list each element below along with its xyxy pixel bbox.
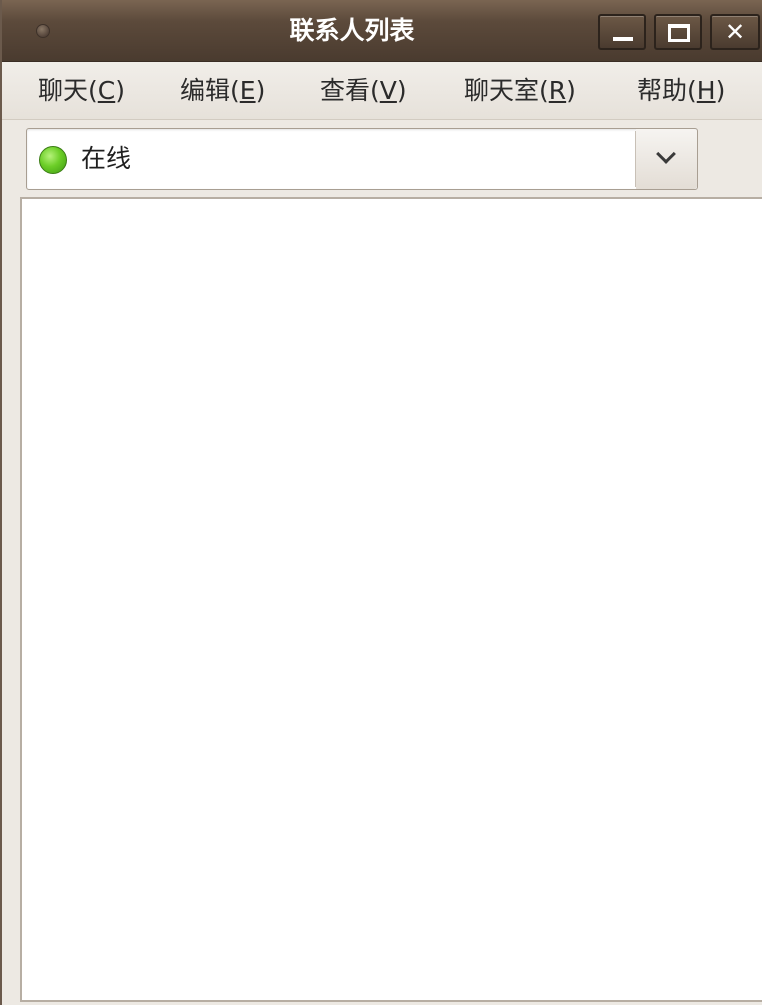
close-icon: ✕ <box>724 18 746 46</box>
chevron-down-icon <box>656 144 676 164</box>
maximize-button[interactable] <box>654 14 702 50</box>
contact-list-window: 联系人列表 ✕ 聊天(C) 编辑(E) 查看(V) 聊天室(R) 帮助(H) 在… <box>0 0 762 1005</box>
title-bar[interactable]: 联系人列表 ✕ <box>2 0 762 62</box>
minimize-button[interactable] <box>598 14 646 50</box>
contact-list[interactable] <box>20 197 762 1002</box>
status-dropdown-button[interactable] <box>636 129 697 189</box>
menu-help[interactable]: 帮助(H) <box>637 72 725 110</box>
maximize-icon <box>668 24 690 42</box>
menu-chat[interactable]: 聊天(C) <box>38 72 125 110</box>
menu-chatroom[interactable]: 聊天室(R) <box>464 72 576 110</box>
status-label: 在线 <box>81 144 132 173</box>
window-title: 联系人列表 <box>289 16 415 45</box>
online-status-icon <box>39 146 67 174</box>
menu-view[interactable]: 查看(V) <box>320 72 407 110</box>
status-combo-box[interactable]: 在线 <box>26 128 698 190</box>
status-row: 在线 <box>2 120 762 198</box>
close-button[interactable]: ✕ <box>710 14 760 50</box>
minimize-icon <box>613 37 633 41</box>
menu-edit[interactable]: 编辑(E) <box>180 72 265 110</box>
menu-bar: 聊天(C) 编辑(E) 查看(V) 聊天室(R) 帮助(H) <box>2 62 762 120</box>
